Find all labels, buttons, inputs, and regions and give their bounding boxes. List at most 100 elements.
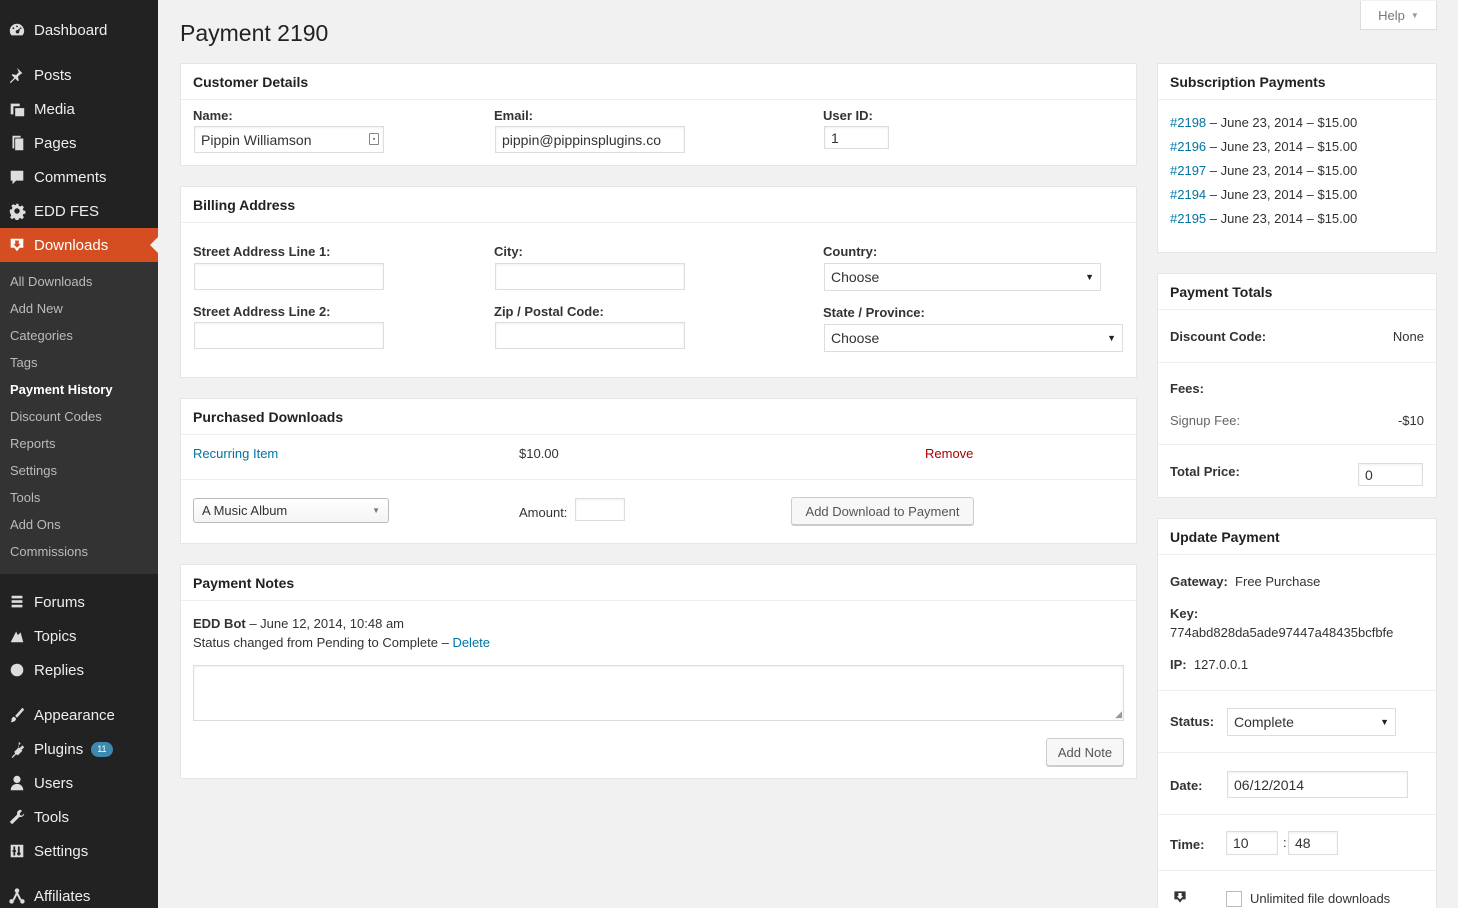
page-title: Payment 2190 [180,20,329,46]
subscription-row: #2195 – June 23, 2014 – $15.00 [1170,211,1357,226]
sidebar-item-label: Comments [34,168,107,186]
sidebar-item-appearance[interactable]: Appearance [0,698,158,732]
date-field[interactable]: 06/12/2014 [1227,771,1408,798]
submenu-payment-history[interactable]: Payment History [10,382,113,397]
chevron-down-icon: ▼ [372,506,380,515]
sidebar-item-edd-fes[interactable]: EDD FES [0,194,158,228]
sidebar-item-posts[interactable]: Posts [0,58,158,92]
time-separator: : [1283,835,1287,850]
key-value: 774abd828da5ade97447a48435bcfbfe [1170,625,1394,640]
street1-field[interactable] [194,263,384,290]
contact-card-icon: ▪ [369,133,379,145]
pages-icon [0,134,34,152]
country-select[interactable]: Choose ▼ [824,263,1101,291]
submenu-tools[interactable]: Tools [10,490,40,505]
city-label: City: [494,244,523,259]
submenu-reports[interactable]: Reports [10,436,56,451]
sidebar-item-settings[interactable]: Settings [0,834,158,868]
dashboard-icon [0,21,34,39]
time-minute-value: 48 [1295,835,1311,851]
time-hour-value: 10 [1233,835,1249,851]
sidebar-item-dashboard[interactable]: Dashboard [0,13,158,47]
submenu-all-downloads[interactable]: All Downloads [10,274,92,289]
subscription-link[interactable]: #2195 [1170,211,1206,226]
sidebar-item-pages[interactable]: Pages [0,126,158,160]
submenu-discount-codes[interactable]: Discount Codes [10,409,102,424]
add-note-button[interactable]: Add Note [1046,738,1124,766]
street2-field[interactable] [194,322,384,349]
chevron-down-icon: ▼ [1380,717,1389,727]
sidebar-item-label: Media [34,100,75,118]
time-hour-field[interactable]: 10 [1226,831,1278,855]
time-minute-field[interactable]: 48 [1288,831,1338,855]
sidebar-item-downloads[interactable]: Downloads [0,228,158,262]
subscription-details: – June 23, 2014 – $15.00 [1206,187,1358,202]
subscription-link[interactable]: #2194 [1170,187,1206,202]
divider [1158,752,1436,753]
submenu-add-new[interactable]: Add New [10,301,63,316]
plugins-update-badge: 11 [91,741,113,757]
subscription-row: #2198 – June 23, 2014 – $15.00 [1170,115,1357,130]
add-download-button[interactable]: Add Download to Payment [791,497,974,525]
divider [1158,362,1436,363]
state-select[interactable]: Choose ▼ [824,324,1123,352]
sidebar-item-label: Topics [34,627,77,645]
sidebar-item-forums[interactable]: Forums [0,585,158,619]
unlimited-downloads-checkbox[interactable] [1226,891,1242,907]
sidebar-item-replies[interactable]: Replies [0,653,158,687]
sidebar-item-media[interactable]: Media [0,92,158,126]
divider [1158,870,1436,871]
download-icon [1172,889,1188,908]
subscription-row: #2196 – June 23, 2014 – $15.00 [1170,139,1357,154]
submenu-settings[interactable]: Settings [10,463,57,478]
date-label: Date: [1170,778,1203,793]
remove-item-link[interactable]: Remove [925,446,973,461]
sidebar-item-topics[interactable]: Topics [0,619,158,653]
total-price-field[interactable]: 0 [1358,463,1423,486]
email-field[interactable]: pippin@pippinsplugins.co [495,126,685,153]
update-payment-box: Update Payment Gateway: Free Purchase Ke… [1157,518,1437,908]
download-select[interactable]: A Music Album ▼ [193,498,389,523]
city-field[interactable] [495,263,685,290]
status-select[interactable]: Complete ▼ [1227,708,1396,736]
discount-code-label: Discount Code: [1170,329,1267,344]
time-label: Time: [1170,837,1205,852]
subscription-link[interactable]: #2198 [1170,115,1206,130]
total-price-label: Total Price: [1170,464,1240,479]
user-id-field[interactable]: 1 [824,126,889,149]
user-id-value: 1 [831,129,839,146]
pushpin-icon [0,66,34,84]
help-label: Help [1378,7,1405,23]
note-textarea[interactable]: ◢ [193,665,1124,721]
sidebar-item-label: Plugins [34,740,84,758]
media-icon [0,100,34,118]
subscription-payments-box: Subscription Payments #2198 – June 23, 2… [1157,63,1437,253]
submenu-tags[interactable]: Tags [10,355,37,370]
submenu-add-ons[interactable]: Add Ons [10,517,61,532]
delete-note-link[interactable]: Delete [452,635,490,650]
sidebar-item-users[interactable]: Users [0,766,158,800]
subscription-link[interactable]: #2196 [1170,139,1206,154]
sidebar-item-affiliates[interactable]: Affiliates [0,879,158,908]
purchased-item-link[interactable]: Recurring Item [193,446,278,461]
sidebar-item-plugins[interactable]: Plugins 11 [0,732,158,766]
chevron-down-icon: ▼ [1107,333,1116,343]
submenu-commissions[interactable]: Commissions [10,544,88,559]
zip-field[interactable] [495,322,685,349]
amount-field[interactable] [575,498,625,521]
subscription-link[interactable]: #2197 [1170,163,1206,178]
email-label: Email: [494,108,534,123]
sidebar-item-tools[interactable]: Tools [0,800,158,834]
name-field[interactable]: Pippin Williamson ▪ [194,126,384,153]
billing-address-title: Billing Address [181,187,1136,223]
help-button[interactable]: Help ▼ [1360,1,1437,30]
sidebar-item-label: Dashboard [34,21,108,39]
country-label: Country: [823,244,878,259]
sidebar-item-comments[interactable]: Comments [0,160,158,194]
resize-handle-icon[interactable]: ◢ [1115,709,1122,720]
purchased-downloads-box: Purchased Downloads Recurring Item $10.0… [180,398,1137,544]
total-price-value: 0 [1365,466,1373,483]
email-value: pippin@pippinsplugins.co [502,131,661,148]
subscription-row: #2194 – June 23, 2014 – $15.00 [1170,187,1357,202]
submenu-categories[interactable]: Categories [10,328,73,343]
